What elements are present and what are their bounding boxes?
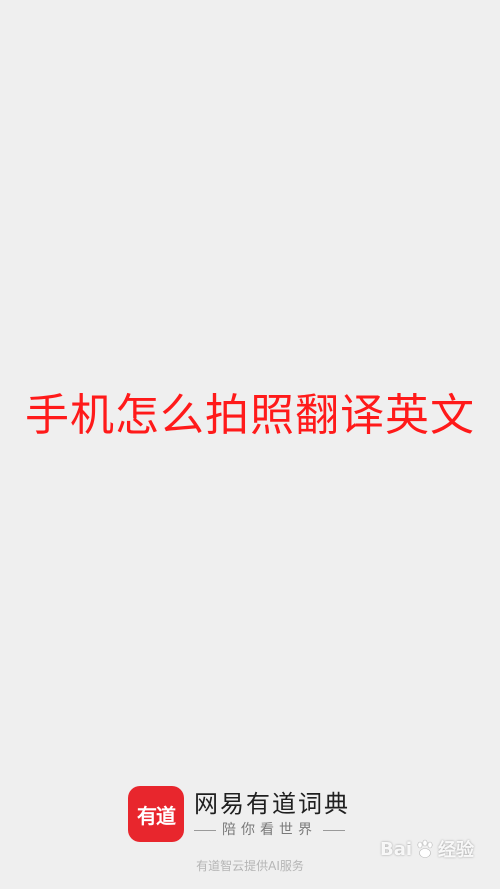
slogan-right-rule xyxy=(323,829,345,831)
slogan-left-rule xyxy=(194,829,216,831)
app-name: 网易有道词典 xyxy=(194,790,350,818)
watermark-right-text: 经验 xyxy=(438,840,475,861)
slogan-row: 陪你看世界 xyxy=(194,821,350,839)
youdao-logo-icon: 有道 xyxy=(128,786,184,842)
watermark-left-text: Bai xyxy=(380,838,413,860)
paw-icon xyxy=(417,839,433,858)
brand-text: 网易有道词典 陪你看世界 xyxy=(194,789,350,839)
baidu-jingyan-watermark: Bai 经验 xyxy=(380,836,474,862)
brand-lockup: 有道 网易有道词典 陪你看世界 xyxy=(128,786,350,842)
splash-headline: 手机怎么拍照翻译英文 xyxy=(25,390,475,441)
slogan: 陪你看世界 xyxy=(222,822,317,838)
